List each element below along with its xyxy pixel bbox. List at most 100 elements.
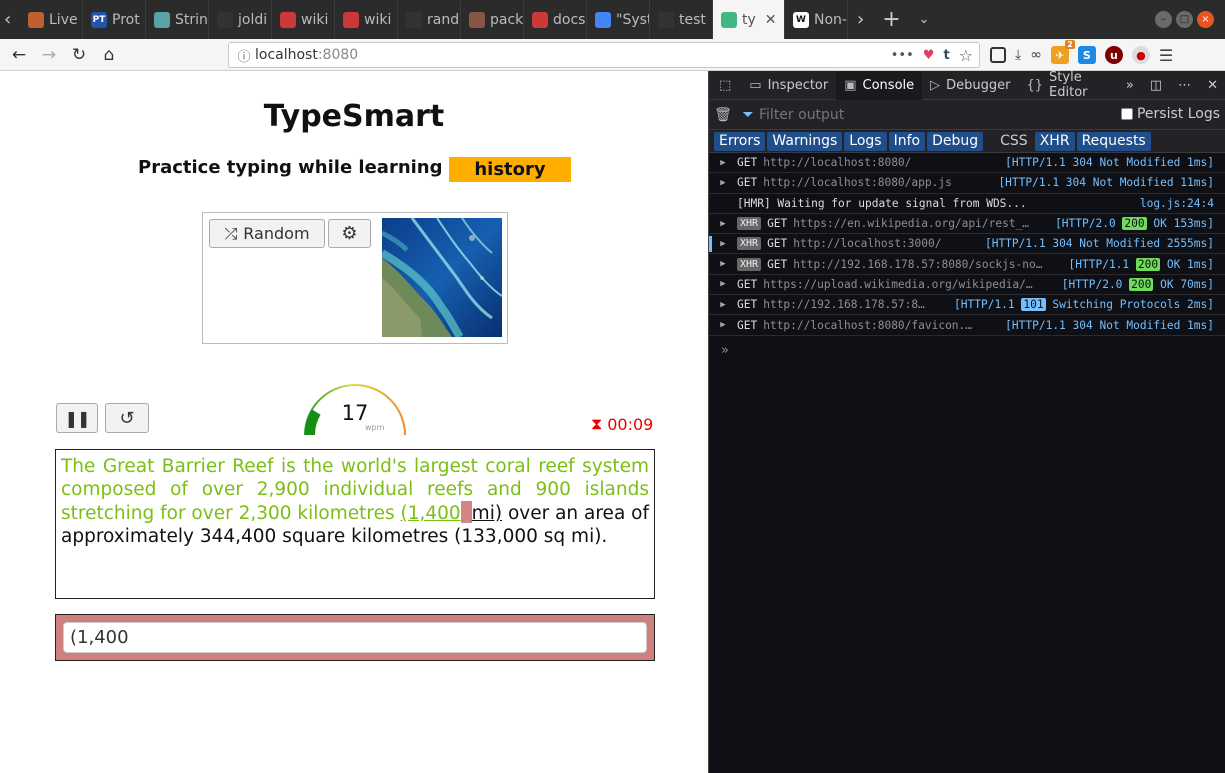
log-row[interactable]: ▶ XHR GET https://en.wikipedia.org/api/rest… — [709, 214, 1225, 235]
log-row[interactable]: [HMR] Waiting for update signal from WDS… — [709, 194, 1225, 214]
site-info-icon[interactable]: ⓘ — [233, 46, 255, 65]
log-row[interactable]: ▶ GET http://192.168.178.57:8… [HTTP/1.1 10… — [709, 295, 1225, 316]
tab-inspector-label: Inspector — [767, 77, 829, 93]
devtools-menu-icon[interactable]: ⋯ — [1170, 71, 1199, 100]
expand-arrow-icon[interactable]: ▶ — [709, 178, 737, 188]
reload-button[interactable]: ↻ — [64, 45, 94, 65]
close-devtools-icon[interactable]: ✕ — [1199, 71, 1225, 100]
log-status-code: 304 — [1052, 237, 1073, 251]
shield-extension-icon[interactable]: ● — [1131, 46, 1150, 64]
log-source-link[interactable]: log.js:24:4 — [1140, 197, 1214, 210]
filter-input[interactable] — [759, 106, 1059, 123]
log-row[interactable]: ▶ GET http://localhost:8080/app.js [HTTP/1.… — [709, 173, 1225, 194]
mask-icon[interactable]: ∞ — [1030, 47, 1042, 63]
filter-errors[interactable]: Errors — [714, 131, 766, 151]
maximize-window-button[interactable]: □ — [1176, 11, 1193, 28]
filter-warnings[interactable]: Warnings — [767, 131, 843, 151]
filter-requests[interactable]: Requests — [1076, 131, 1151, 151]
filter-logs[interactable]: Logs — [844, 131, 887, 151]
log-url[interactable]: http://localhost:8080/app.js — [763, 176, 952, 189]
expand-arrow-icon[interactable]: ▶ — [709, 320, 737, 330]
trash-icon[interactable]: 🗑 — [709, 107, 737, 123]
log-status-code: 101 — [1021, 298, 1046, 312]
browser-tab[interactable]: W Non- — [785, 0, 848, 39]
typing-input[interactable] — [63, 622, 647, 653]
address-bar[interactable]: ⓘ localhost:8080 ••• ♥ t ☆ — [228, 42, 980, 68]
dock-icon[interactable]: ◫ — [1142, 71, 1170, 100]
expand-arrow-icon[interactable]: ▶ — [709, 158, 737, 168]
expand-arrow-icon[interactable]: ▶ — [709, 239, 737, 249]
browser-tab[interactable]: wiki — [335, 0, 398, 39]
browser-tab[interactable]: "Syst — [587, 0, 650, 39]
random-button[interactable]: ⤮ Random — [209, 219, 325, 248]
log-url[interactable]: https://upload.wikimedia.org/wikipedia/… — [763, 278, 1032, 291]
forward-button[interactable]: → — [34, 45, 64, 65]
bookmark-star-icon[interactable]: ☆ — [959, 46, 973, 65]
console-prompt[interactable]: » — [721, 343, 729, 358]
browser-tab[interactable]: rand — [398, 0, 461, 39]
menu-icon[interactable]: ☰ — [1159, 46, 1173, 65]
log-row[interactable]: ▶ GET http://localhost:8080/ [HTTP/1.1 304 … — [709, 153, 1225, 174]
log-url[interactable]: https://en.wikipedia.org/api/rest_… — [793, 217, 1029, 230]
expand-arrow-icon[interactable]: ▶ — [709, 219, 737, 229]
expand-arrow-icon[interactable]: ▶ — [709, 300, 737, 310]
browser-tab[interactable]: joldi — [209, 0, 272, 39]
close-tab-icon[interactable]: ✕ — [765, 12, 777, 28]
scroll-tabs-right-icon[interactable]: › — [848, 0, 873, 39]
browser-tab[interactable]: test — [650, 0, 713, 39]
download-icon[interactable]: ⤓ — [1015, 47, 1021, 63]
filter-info[interactable]: Info — [888, 131, 926, 151]
browser-tab[interactable]: docs — [524, 0, 587, 39]
log-row[interactable]: ▶ XHR GET http://localhost:3000/ [HTTP/1.1 3… — [709, 234, 1225, 255]
filter-xhr[interactable]: XHR — [1034, 131, 1075, 151]
browser-tab[interactable]: pack — [461, 0, 524, 39]
restart-button[interactable]: ↺ — [105, 403, 149, 433]
filter-css[interactable]: CSS — [995, 132, 1033, 151]
tab-label: wiki — [364, 11, 392, 28]
log-url[interactable]: http://localhost:8080/favicon.… — [763, 319, 972, 332]
tumblr-icon[interactable]: t — [943, 48, 949, 63]
minimize-window-button[interactable]: – — [1155, 11, 1172, 28]
log-row[interactable]: ▶ GET http://localhost:8080/favicon.… [HTTP… — [709, 315, 1225, 336]
filter-debug[interactable]: Debug — [927, 131, 984, 151]
extension-badge-icon[interactable]: ✈ 2 — [1050, 40, 1075, 64]
log-url[interactable]: http://localhost:8080/ — [763, 156, 911, 169]
settings-button[interactable]: ⚙ — [328, 219, 371, 248]
tab-inspector[interactable]: ▭ Inspector — [741, 71, 836, 100]
expand-arrow-icon[interactable]: ▶ — [709, 259, 737, 269]
browser-tab[interactable]: Live — [20, 0, 83, 39]
browser-tab[interactable]: Strin — [146, 0, 209, 39]
pick-element-icon[interactable]: ⬚ — [709, 71, 741, 100]
tab-style-editor[interactable]: {} Style Editor — [1019, 70, 1118, 100]
timer: ⧗ 00:09 — [591, 414, 653, 434]
s-extension-icon[interactable]: S — [1077, 46, 1096, 64]
home-button[interactable]: ⌂ — [94, 45, 124, 65]
new-tab-button[interactable]: + — [873, 0, 909, 39]
log-url[interactable]: http://192.168.178.57:8080/sockjs-no… — [793, 258, 1042, 271]
log-row[interactable]: ▶ XHR GET http://192.168.178.57:8080/sockjs… — [709, 254, 1225, 275]
page-actions-icon[interactable]: ••• — [891, 48, 914, 63]
topic-badge[interactable]: history — [449, 157, 571, 182]
pause-button[interactable]: ❚❚ — [56, 403, 98, 433]
tab-list-chevron-icon[interactable]: ⌄ — [910, 0, 939, 39]
ublock-icon[interactable]: u — [1104, 46, 1123, 64]
qr-code-icon[interactable] — [990, 47, 1006, 63]
log-row[interactable]: ▶ GET https://upload.wikimedia.org/wikiped… — [709, 275, 1225, 296]
tab-debugger[interactable]: ▷ Debugger — [922, 71, 1018, 100]
persist-logs-toggle[interactable]: Persist Logs — [1120, 106, 1220, 122]
browser-tab[interactable]: wiki — [272, 0, 335, 39]
close-window-button[interactable]: × — [1197, 11, 1214, 28]
persist-logs-checkbox[interactable] — [1120, 108, 1133, 120]
pocket-icon[interactable]: ♥ — [923, 48, 935, 63]
log-url[interactable]: http://192.168.178.57:8… — [763, 298, 925, 311]
log-status: [HTTP/1.1 304 Not Modified 1ms] — [1001, 156, 1214, 170]
browser-tab[interactable]: ty ✕ — [713, 0, 785, 39]
tab-console[interactable]: ▣ Console — [836, 70, 923, 100]
tab-label: ty — [742, 11, 756, 28]
expand-arrow-icon[interactable]: ▶ — [709, 279, 737, 289]
log-url[interactable]: http://localhost:3000/ — [793, 237, 941, 250]
scroll-tabs-left-icon[interactable]: ‹ — [0, 0, 20, 39]
browser-tab[interactable]: PT Prot — [83, 0, 146, 39]
back-button[interactable]: ← — [4, 45, 34, 65]
more-tabs-icon[interactable]: » — [1118, 71, 1142, 100]
